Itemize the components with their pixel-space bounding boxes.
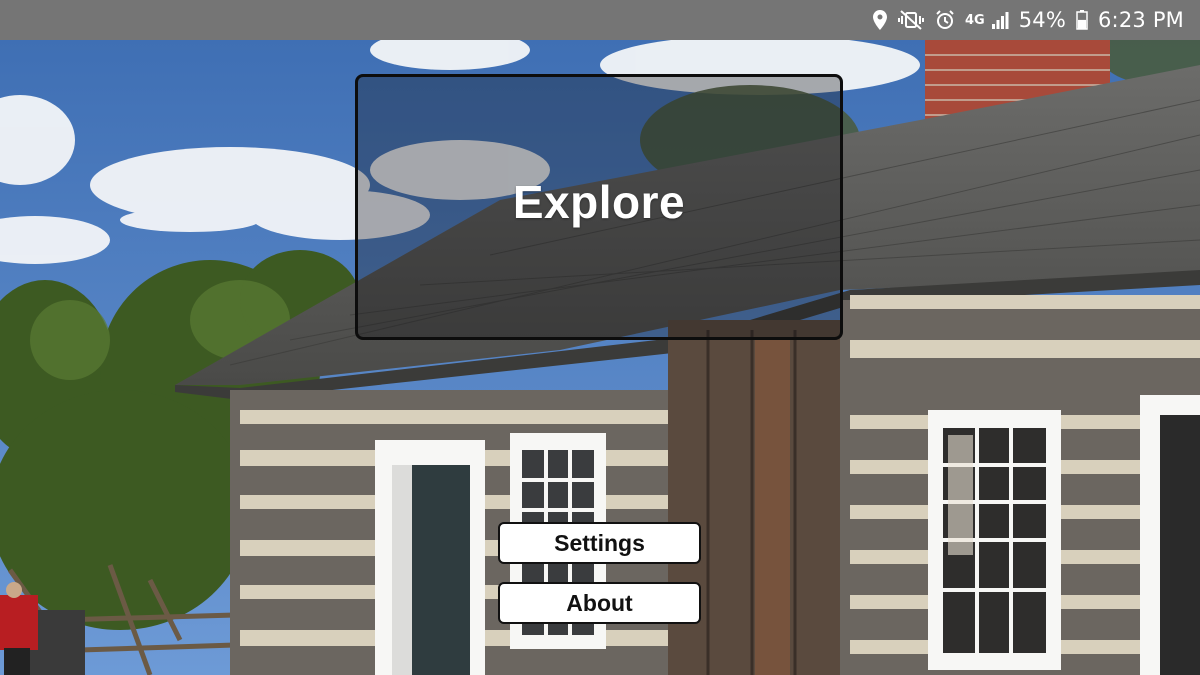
status-bar: 4G 54% 6:23 PM <box>0 0 1200 40</box>
settings-button[interactable]: Settings <box>498 522 701 564</box>
location-icon <box>872 9 887 31</box>
signal-icon <box>991 9 1009 31</box>
alarm-icon <box>935 9 955 31</box>
battery-icon <box>1076 9 1088 31</box>
vibrate-icon <box>897 9 925 31</box>
explore-label: Explore <box>512 176 686 228</box>
clock: 6:23 PM <box>1097 8 1184 32</box>
network-icon: 4G <box>964 12 985 28</box>
about-button[interactable]: About <box>498 582 701 624</box>
explore-button[interactable]: Explore <box>355 74 843 340</box>
battery-percent: 54% <box>1018 8 1066 32</box>
